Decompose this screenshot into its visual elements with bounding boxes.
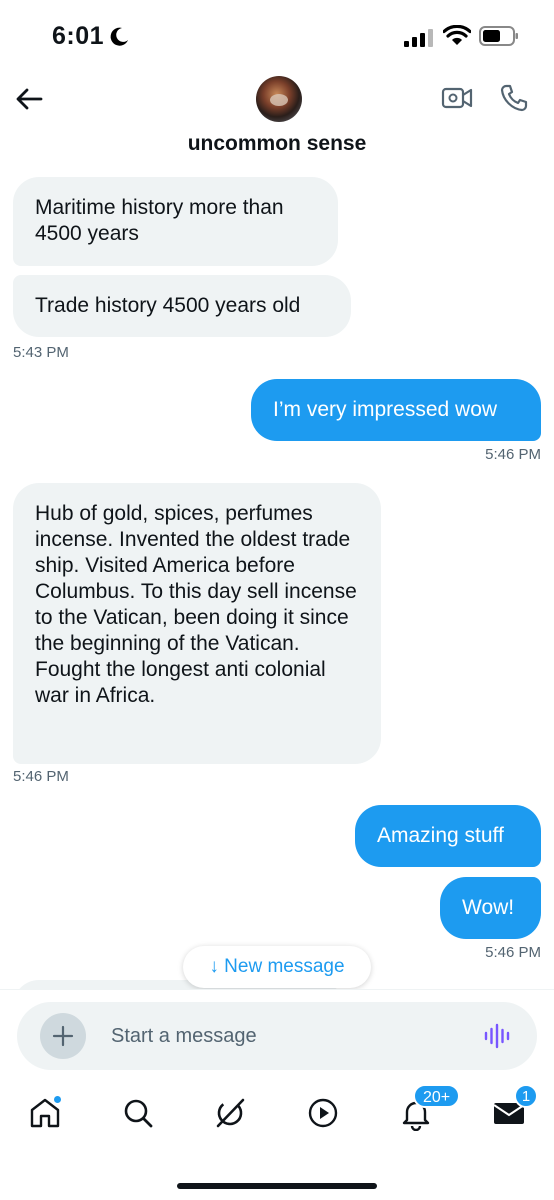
add-media-button[interactable] bbox=[40, 1013, 86, 1059]
status-bar: 6:01 bbox=[0, 0, 554, 70]
bottom-tab-bar: 20+ 1 bbox=[0, 1080, 554, 1200]
moon-icon bbox=[110, 27, 128, 46]
sent-message[interactable]: I’m very impressed wow bbox=[251, 379, 541, 441]
home-notification-dot bbox=[53, 1095, 62, 1104]
voice-message-icon[interactable] bbox=[483, 1022, 511, 1050]
message-timestamp: 5:46 PM bbox=[485, 944, 541, 961]
status-time: 6:01 bbox=[52, 22, 105, 50]
received-message[interactable]: Hub of gold, spices, perfumes incense. I… bbox=[13, 483, 381, 764]
plus-icon bbox=[52, 1025, 74, 1047]
phone-call-icon[interactable] bbox=[499, 83, 529, 113]
wifi-icon bbox=[443, 25, 471, 45]
sent-message[interactable]: Amazing stuff bbox=[355, 805, 541, 867]
contact-avatar[interactable] bbox=[256, 76, 302, 122]
contact-name[interactable]: uncommon sense bbox=[0, 132, 554, 156]
composer-bar bbox=[0, 989, 554, 1079]
sent-message[interactable]: Wow! bbox=[440, 877, 541, 939]
grok-icon bbox=[216, 1098, 245, 1128]
message-timestamp: 5:43 PM bbox=[13, 344, 69, 361]
message-timestamp: 5:46 PM bbox=[485, 446, 541, 463]
conversation-header: uncommon sense bbox=[0, 70, 554, 170]
cellular-signal-icon bbox=[404, 29, 433, 47]
received-message[interactable]: Trade history 4500 years old bbox=[13, 275, 351, 337]
notifications-count-badge: 20+ bbox=[413, 1084, 461, 1108]
play-video-icon bbox=[308, 1098, 338, 1128]
tab-search[interactable] bbox=[120, 1095, 156, 1131]
tab-grok[interactable] bbox=[212, 1095, 248, 1131]
received-message[interactable]: Maritime history more than 4500 years bbox=[13, 177, 338, 266]
home-indicator bbox=[177, 1183, 377, 1189]
battery-icon bbox=[479, 26, 518, 46]
message-composer bbox=[17, 1002, 537, 1070]
message-timestamp: 5:46 PM bbox=[13, 768, 69, 785]
back-arrow-icon[interactable] bbox=[14, 84, 44, 114]
message-input[interactable] bbox=[111, 1020, 451, 1052]
video-call-icon[interactable] bbox=[441, 84, 473, 112]
new-message-button[interactable]: ↓ New message bbox=[183, 946, 371, 988]
tab-video[interactable] bbox=[305, 1095, 341, 1131]
search-icon bbox=[124, 1099, 153, 1128]
messages-count-badge: 1 bbox=[514, 1084, 538, 1108]
